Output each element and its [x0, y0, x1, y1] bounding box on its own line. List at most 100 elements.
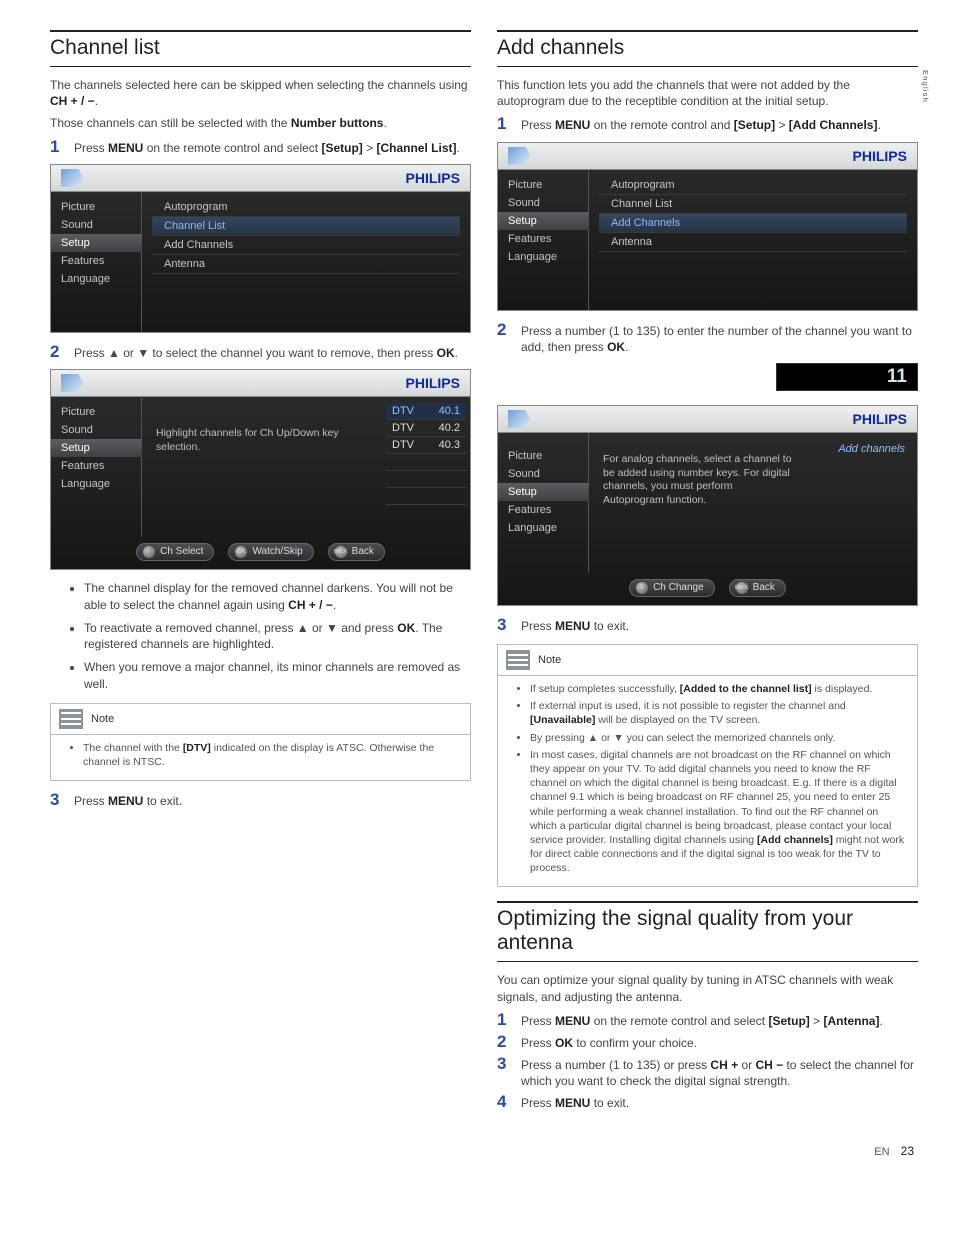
tv-channel-row: [386, 471, 466, 488]
footer-lang: EN: [874, 1146, 889, 1158]
step-text: Press MENU to exit.: [74, 791, 182, 809]
note-box: Note If setup completes successfully, [A…: [497, 644, 918, 887]
tv-channel-row: DTV40.1: [386, 403, 466, 420]
tv-header: PHILIPS: [498, 406, 917, 433]
section-rule-thin: [497, 961, 918, 962]
opt-step-3: 3 Press a number (1 to 135) or press CH …: [497, 1055, 918, 1089]
note-item: In most cases, digital channels are not …: [530, 748, 907, 876]
step-number: 3: [497, 1055, 511, 1089]
tv-menu-item: Sound: [51, 421, 141, 439]
tv-menu-item-selected: Setup: [498, 212, 589, 230]
step-1: 1 Press MENU on the remote control and […: [497, 115, 918, 133]
opt-step-2: 2 Press OK to confirm your choice.: [497, 1033, 918, 1051]
tv-sub-item-selected: Add Channels: [599, 214, 907, 233]
brand-logo: PHILIPS: [406, 375, 460, 391]
step-3: 3 Press MENU to exit.: [497, 616, 918, 634]
tv-left-menu: Picture Sound Setup Features Language: [498, 433, 589, 573]
tv-menu-item: Language: [51, 270, 141, 288]
step-number: 2: [497, 321, 511, 355]
tv-pill-watch-skip: OKWatch/Skip: [228, 543, 313, 561]
tv-header: PHILIPS: [51, 165, 470, 192]
page-footer: EN 23: [0, 1134, 954, 1176]
tv-right-area: Add channels: [809, 433, 917, 573]
manual-page: English Channel list The channels select…: [0, 0, 954, 1134]
step-number: 1: [497, 1011, 511, 1029]
heading-optimize-antenna: Optimizing the signal quality from your …: [497, 907, 918, 955]
step-number: 2: [50, 343, 64, 361]
step-number: 3: [50, 791, 64, 809]
tv-pill-back: BACKBack: [328, 543, 385, 561]
tv-menu-item-selected: Setup: [51, 439, 142, 457]
tv-header: PHILIPS: [51, 370, 470, 397]
brand-logo: PHILIPS: [853, 411, 907, 427]
tv-menu-item: Picture: [51, 198, 141, 216]
tv-screenshot-add-channels-menu: PHILIPS Picture Sound Setup Features Lan…: [497, 142, 918, 311]
tv-pointer-icon: [508, 147, 530, 165]
brand-logo: PHILIPS: [853, 148, 907, 164]
tv-message-text: For analog channels, select a channel to…: [589, 439, 809, 516]
note-header: Note: [498, 645, 917, 676]
section-rule-thin: [50, 66, 471, 67]
step-2: 2 Press ▲ or ▼ to select the channel you…: [50, 343, 471, 361]
step-number: 1: [497, 115, 511, 133]
tv-pointer-icon: [61, 374, 83, 392]
tv-corner-label: Add channels: [813, 439, 913, 455]
tv-pill-ch-change: ⠿Ch Change: [629, 579, 715, 597]
tv-submenu: Autoprogram Channel List Add Channels An…: [142, 192, 470, 332]
keypad-icon: ⠿: [636, 582, 648, 594]
section-rule: [497, 30, 918, 32]
tv-menu-item: Features: [51, 252, 141, 270]
tv-footer-buttons: Ch Select OKWatch/Skip BACKBack: [51, 537, 470, 569]
step-text: Press MENU to exit.: [521, 1093, 629, 1111]
tv-menu-item: Language: [498, 248, 588, 266]
bullet-item: The channel display for the removed chan…: [84, 580, 471, 614]
brand-logo: PHILIPS: [406, 170, 460, 186]
step-number: 4: [497, 1093, 511, 1111]
step-number: 1: [50, 138, 64, 156]
tv-submenu: Autoprogram Channel List Add Channels An…: [589, 170, 917, 310]
opt-step-4: 4 Press MENU to exit.: [497, 1093, 918, 1111]
tv-sub-item: Antenna: [152, 255, 460, 274]
note-icon: [506, 650, 530, 670]
step-2: 2 Press a number (1 to 135) to enter the…: [497, 321, 918, 355]
footer-page-number: 23: [901, 1144, 914, 1158]
bullet-item: To reactivate a removed channel, press ▲…: [84, 620, 471, 654]
note-body: The channel with the [DTV] indicated on …: [51, 735, 470, 780]
step-text: Press MENU on the remote control and sel…: [74, 138, 460, 156]
tv-menu-item: Language: [51, 475, 141, 493]
note-label: Note: [91, 713, 114, 725]
tv-channel-column: DTV40.1 DTV40.2 DTV40.3: [382, 397, 470, 537]
tv-channel-row: DTV40.3: [386, 437, 466, 454]
tv-screenshot-channel-list-menu: PHILIPS Picture Sound Setup Features Lan…: [50, 164, 471, 333]
tv-header: PHILIPS: [498, 143, 917, 170]
back-icon: BACK: [335, 546, 347, 558]
step-text: Press MENU to exit.: [521, 616, 629, 634]
step-1: 1 Press MENU on the remote control and s…: [50, 138, 471, 156]
tv-menu-item: Features: [51, 457, 141, 475]
tv-menu-item: Sound: [498, 194, 588, 212]
tv-left-menu: Picture Sound Setup Features Language: [51, 192, 142, 332]
tv-menu-item: Language: [498, 519, 588, 537]
note-item: If external input is used, it is not pos…: [530, 699, 907, 727]
section-rule: [50, 30, 471, 32]
tv-message-area: For analog channels, select a channel to…: [589, 433, 809, 573]
heading-channel-list: Channel list: [50, 36, 471, 60]
step-3: 3 Press MENU to exit.: [50, 791, 471, 809]
note-icon: [59, 709, 83, 729]
nav-icon: [143, 546, 155, 558]
tv-footer-buttons: ⠿Ch Change BACKBack: [498, 573, 917, 605]
step-text: Press OK to confirm your choice.: [521, 1033, 697, 1051]
tv-menu-item: Picture: [498, 447, 588, 465]
tv-sub-item: Add Channels: [152, 236, 460, 255]
tv-menu-item-selected: Setup: [51, 234, 142, 252]
note-label: Note: [538, 654, 561, 666]
ok-icon: OK: [235, 546, 247, 558]
step-number: 2: [497, 1033, 511, 1051]
tv-menu-item: Picture: [498, 176, 588, 194]
heading-add-channels: Add channels: [497, 36, 918, 60]
tv-channel-row: DTV40.2: [386, 420, 466, 437]
step-text: Press a number (1 to 135) or press CH + …: [521, 1055, 918, 1089]
step-text: Press MENU on the remote control and [Se…: [521, 115, 881, 133]
bullet-item: When you remove a major channel, its min…: [84, 659, 471, 693]
intro-text: The channels selected here can be skippe…: [50, 77, 471, 109]
